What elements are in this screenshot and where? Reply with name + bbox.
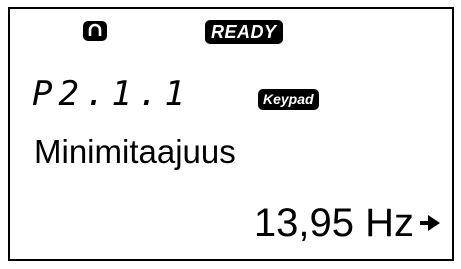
parameter-value: 13,95 Hz xyxy=(253,201,414,245)
parameter-name: Minimitaajuus xyxy=(34,133,236,170)
rotation-icon xyxy=(83,21,107,41)
parameter-code: P2.1.1 xyxy=(32,74,191,114)
ready-status-badge: READY xyxy=(205,20,283,44)
parameter-value-row: 13,95 Hz xyxy=(254,199,440,247)
arrow-right-icon[interactable] xyxy=(420,213,440,233)
lcd-display: READY P2.1.1 Keypad Minimitaajuus 13,95 … xyxy=(8,7,454,261)
control-place-badge: Keypad xyxy=(258,89,319,110)
